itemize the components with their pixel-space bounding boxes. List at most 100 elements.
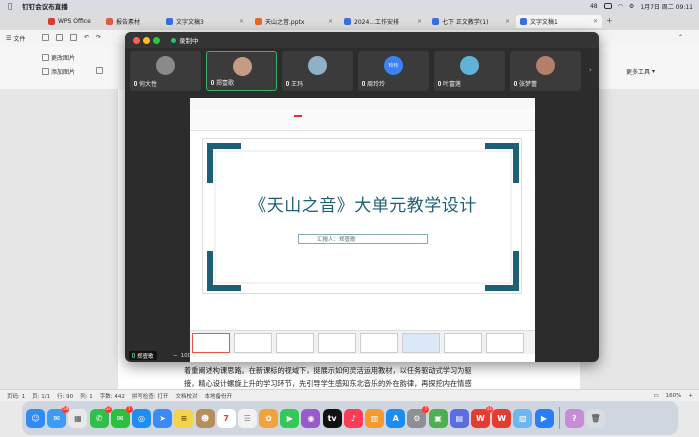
add-image-button[interactable]: 添加图片 — [42, 67, 75, 76]
shared-zoom-control[interactable]: − 100% — [173, 351, 196, 360]
zoom-level[interactable]: 160% — [666, 393, 682, 399]
wps-tab-bar: WPS Office 报告素材 文字文稿3 ✕ 天山之音.pptx ✕ 2024..… — [0, 12, 699, 30]
menubar-status-area: 48 ◠ ⚙ 1月7日 周二 09:11 — [590, 0, 693, 12]
contacts-icon[interactable]: ☻ — [195, 408, 215, 428]
wechat-icon[interactable]: ✉ 1 — [110, 405, 133, 428]
dock-separator — [558, 407, 560, 429]
open-icon[interactable] — [42, 34, 49, 41]
presenter-label: 郑壹歌 — [129, 351, 157, 360]
participant-tile[interactable]: 玲玲 周玲玲 — [358, 51, 429, 91]
more-tools-button[interactable]: 更多工具 ▾ — [626, 67, 655, 76]
podcasts-icon[interactable]: ◉ — [301, 408, 321, 428]
tencent-meeting-icon[interactable]: ▶ — [534, 408, 554, 428]
save-icon[interactable] — [56, 34, 63, 41]
tab-wps-office[interactable]: WPS Office — [44, 15, 102, 28]
wifi-icon[interactable]: ◠ — [618, 3, 623, 10]
settings-icon[interactable]: ⚙ 1 — [407, 405, 430, 428]
undo-icon[interactable]: ↶ — [84, 34, 89, 41]
app-generic-2-icon[interactable]: ▤ — [449, 408, 469, 428]
facetime-icon[interactable]: ▶ — [280, 408, 300, 428]
avatar: 玲玲 — [384, 56, 403, 75]
avatar — [233, 57, 252, 76]
change-image-button[interactable]: 更改图片 — [42, 53, 75, 62]
ribbon-option-button[interactable] — [96, 67, 103, 74]
messages-icon[interactable]: ✆ 52 — [89, 405, 112, 428]
tab-2024-work[interactable]: 2024...工作安排 ✕ — [340, 15, 426, 28]
photos-icon[interactable]: ✿ — [259, 408, 279, 428]
slide-thumbnail[interactable] — [402, 333, 440, 353]
status-spellcheck[interactable]: 拼写检查: 打开 — [132, 392, 169, 400]
dingtalk-icon[interactable]: ➤ — [153, 408, 173, 428]
avatar — [156, 56, 175, 75]
print-icon[interactable] — [70, 34, 77, 41]
calendar-icon[interactable]: 7 — [216, 408, 236, 428]
notes-icon[interactable]: ≡ — [174, 408, 194, 428]
mic-muted-icon — [362, 81, 365, 86]
zoom-out-icon[interactable]: − — [173, 353, 178, 359]
safari-icon[interactable]: ◎ — [131, 408, 151, 428]
finder-icon[interactable]: ☺ — [26, 408, 45, 428]
participant-tile[interactable]: 叶富莲 — [434, 51, 505, 91]
wps-2-icon[interactable]: W — [492, 408, 512, 428]
tab-doc3[interactable]: 文字文稿3 ✕ — [162, 15, 248, 28]
doc-paragraph-line-1: 着重阐述构课思路。在新课标的视域下，挺展示如何灵活运用教材，以任务驱动式学习为驱 — [184, 366, 472, 375]
music-icon[interactable]: ♪ — [343, 408, 363, 428]
active-ribbon-tab — [294, 115, 302, 117]
status-backup[interactable]: 本地备份开 — [205, 392, 233, 400]
slide-thumbnail[interactable] — [276, 333, 314, 353]
slide-reporter: 汇报人：郑壹歌 — [298, 234, 428, 244]
help-icon[interactable]: ? — [564, 408, 584, 428]
tab-report-material[interactable]: 报告素材 — [102, 15, 160, 28]
collapse-ribbon-icon[interactable]: ⌃ — [678, 34, 683, 41]
app-generic-icon[interactable]: ▣ — [428, 408, 448, 428]
slide-thumbnail[interactable] — [360, 333, 398, 353]
close-tab-icon[interactable]: ✕ — [417, 18, 422, 25]
reminders-icon[interactable]: ☰ — [237, 408, 257, 428]
battery-icon[interactable] — [603, 3, 612, 9]
maximize-window-icon[interactable] — [153, 37, 160, 44]
mic-icon — [132, 353, 135, 358]
status-col: 列: 1 — [80, 393, 93, 400]
zoom-in-icon[interactable]: + — [688, 393, 693, 399]
redo-icon[interactable]: ↷ — [96, 34, 101, 41]
mail-icon[interactable]: ✉ 58 — [47, 405, 70, 428]
close-tab-icon[interactable]: ✕ — [505, 18, 510, 25]
participant-tile[interactable]: 王玛 — [282, 51, 353, 91]
chevron-right-icon[interactable]: › — [589, 66, 592, 74]
slide-thumbnail[interactable] — [486, 333, 524, 353]
tv-icon[interactable]: tv — [322, 408, 342, 428]
active-app-name[interactable]: 钉钉会议布直播 — [22, 1, 68, 11]
slide-thumbnail[interactable] — [318, 333, 356, 353]
books-icon[interactable]: ▥ — [365, 408, 384, 428]
launchpad-icon[interactable]: ▦ — [68, 408, 88, 428]
view-mode-icon[interactable]: ▭ — [653, 393, 658, 399]
tab-grade7[interactable]: 七下 正文教学(1) ✕ — [428, 15, 514, 28]
minimize-window-icon[interactable] — [143, 37, 150, 44]
participant-tile[interactable]: 何大性 — [130, 51, 201, 91]
status-words[interactable]: 字数: 442 — [100, 392, 125, 400]
tab-doc1[interactable]: 文字文稿1 ✕ — [516, 15, 602, 28]
clock-date[interactable]: 1月7日 周二 09:11 — [640, 2, 693, 11]
close-tab-icon[interactable]: ✕ — [239, 18, 244, 25]
close-window-icon[interactable] — [133, 37, 140, 44]
wps-icon[interactable]: W 11 — [470, 405, 493, 428]
participant-tile-active[interactable]: 郑壹歌 — [206, 51, 277, 91]
app-store-icon[interactable]: A — [386, 408, 406, 428]
file-menu[interactable]: ☰ 文件 — [6, 34, 25, 43]
slide-thumbnail[interactable] — [192, 333, 230, 353]
tab-tianshan-pptx[interactable]: 天山之音.pptx ✕ — [251, 15, 337, 28]
close-tab-icon[interactable]: ✕ — [593, 18, 598, 25]
control-center-icon[interactable]: ⚙ — [629, 3, 634, 10]
recording-dot-icon — [171, 37, 176, 43]
slide-title: 《天山之音》大单元教学设计 — [249, 196, 477, 216]
slide-thumbnail[interactable] — [444, 333, 482, 353]
close-tab-icon[interactable]: ✕ — [328, 18, 333, 25]
status-line: 行: 90 — [57, 393, 74, 400]
apple-menu-icon[interactable]:  — [8, 2, 12, 10]
slide-thumbnail[interactable] — [234, 333, 272, 353]
participant-tile[interactable]: 张梦蕾 — [510, 51, 581, 91]
status-proofread[interactable]: 文档校对 — [176, 392, 198, 400]
new-tab-icon[interactable]: + — [606, 16, 613, 25]
trash-icon[interactable]: 🗑 — [586, 408, 606, 428]
preview-icon[interactable]: ▨ — [513, 408, 533, 428]
